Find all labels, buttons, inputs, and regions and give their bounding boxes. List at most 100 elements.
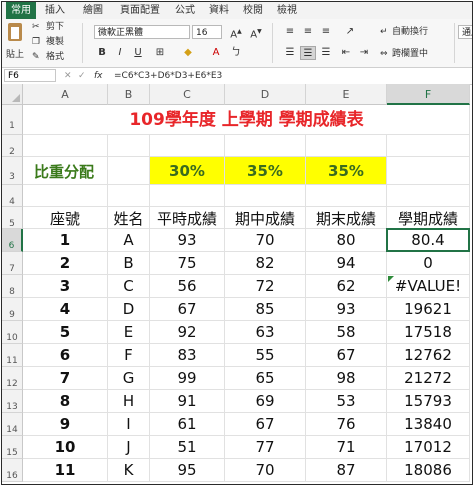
table-cell[interactable]: H [108,390,150,413]
grid-cell[interactable] [387,185,470,207]
table-cell[interactable]: 92 [150,321,225,344]
enter-icon[interactable]: ✓ [78,68,86,84]
table-cell[interactable]: 67 [225,413,306,436]
table-cell[interactable]: 65 [225,367,306,390]
row-header-4[interactable]: 4 [2,185,23,207]
increase-indent-icon[interactable]: ⇥ [356,46,372,60]
insert-function-icon[interactable]: fx [94,68,103,84]
grid-cell[interactable] [306,185,387,207]
table-cell[interactable]: 80 [306,229,387,252]
semester-score-cell[interactable]: 15793 [387,390,470,413]
semester-score-cell[interactable]: 0 [387,252,470,275]
scissors-icon[interactable]: ✂ [32,21,40,33]
table-cell[interactable]: 99 [150,367,225,390]
table-cell[interactable]: 77 [225,436,306,459]
copy-icon[interactable]: ❐ [32,36,40,48]
grow-font-icon[interactable]: A▲ [228,25,244,40]
column-title[interactable]: 姓名 [108,207,150,229]
column-title[interactable]: 座號 [23,207,108,229]
semester-score-cell[interactable]: 12762 [387,344,470,367]
column-header-b[interactable]: B [108,84,150,105]
weight-label[interactable]: 比重分配 [34,159,94,185]
column-header-e[interactable]: E [306,84,387,105]
tab-review[interactable]: 校閱 [238,2,268,19]
row-header-5[interactable]: 5 [2,207,23,229]
grid-cell[interactable] [225,185,306,207]
table-cell[interactable]: 4 [23,298,108,321]
column-header-d[interactable]: D [225,84,306,105]
grid-cell[interactable] [306,135,387,157]
row-header-2[interactable]: 2 [2,135,23,157]
weight-value[interactable]: 35% [306,157,387,185]
table-cell[interactable]: A [108,229,150,252]
table-cell[interactable]: B [108,252,150,275]
grid-cell[interactable] [23,185,108,207]
column-header-a[interactable]: A [23,84,108,105]
table-cell[interactable]: 1 [23,229,108,252]
tab-insert[interactable]: 插入 [40,2,70,19]
table-cell[interactable]: 67 [150,298,225,321]
table-cell[interactable]: 6 [23,344,108,367]
table-cell[interactable]: 98 [306,367,387,390]
row-header-14[interactable]: 14 [2,413,23,436]
grid-cell[interactable] [387,135,470,157]
error-indicator-icon[interactable] [388,276,394,282]
table-cell[interactable]: 2 [23,252,108,275]
wrap-text-button[interactable]: 自動換行 [392,26,428,38]
table-cell[interactable]: 67 [306,344,387,367]
paste-icon[interactable] [8,23,22,41]
table-cell[interactable]: 55 [225,344,306,367]
table-cell[interactable]: 93 [150,229,225,252]
row-header-8[interactable]: 8 [2,275,23,298]
align-middle-icon[interactable]: ≡ [300,25,316,39]
cancel-icon[interactable]: ✕ [64,68,72,84]
table-cell[interactable]: 72 [225,275,306,298]
cut-button[interactable]: 剪下 [46,21,64,33]
tab-draw[interactable]: 繪圖 [78,2,108,19]
orientation-icon[interactable]: ↗ [342,25,358,39]
tab-page-layout[interactable]: 頁面配置 [116,2,164,19]
bold-icon[interactable]: B [94,46,110,60]
table-cell[interactable]: 9 [23,413,108,436]
table-cell[interactable]: 58 [306,321,387,344]
row-header-7[interactable]: 7 [2,252,23,275]
align-center-icon[interactable]: ☰ [300,46,316,60]
table-cell[interactable]: 69 [225,390,306,413]
font-color-icon[interactable]: A [208,46,224,60]
table-cell[interactable]: 83 [150,344,225,367]
table-cell[interactable]: 3 [23,275,108,298]
decrease-indent-icon[interactable]: ⇤ [338,46,354,60]
semester-score-cell[interactable]: 19621 [387,298,470,321]
row-header-16[interactable]: 16 [2,459,23,482]
merge-center-icon[interactable]: ⇔ [380,48,388,60]
table-cell[interactable]: 91 [150,390,225,413]
weight-value[interactable]: 35% [225,157,306,185]
format-painter-button[interactable]: 格式 [46,51,64,63]
tab-view[interactable]: 檢視 [272,2,302,19]
grid-cell[interactable] [23,135,108,157]
weight-value[interactable]: 30% [150,157,225,185]
column-header-f[interactable]: F [387,84,470,105]
table-cell[interactable]: 51 [150,436,225,459]
shrink-font-icon[interactable]: A▼ [248,25,264,40]
column-title[interactable]: 期中成績 [225,207,306,229]
table-cell[interactable]: 11 [23,459,108,482]
row-header-13[interactable]: 13 [2,390,23,413]
grid-cell[interactable] [108,135,150,157]
sheet-title[interactable]: 109學年度 上學期 學期成績表 [23,106,470,135]
table-cell[interactable]: J [108,436,150,459]
table-cell[interactable]: 5 [23,321,108,344]
grid-cell[interactable] [225,135,306,157]
paste-button-label[interactable]: 貼上 [6,49,24,61]
underline-icon[interactable]: U [130,46,146,60]
phonetic-icon[interactable]: ㄅ [228,46,244,60]
format-painter-icon[interactable]: ✎ [32,51,40,63]
row-header-3[interactable]: 3 [2,157,23,185]
table-cell[interactable]: 70 [225,459,306,482]
table-cell[interactable]: 82 [225,252,306,275]
align-bottom-icon[interactable]: ≡ [318,25,334,39]
column-title[interactable]: 平時成績 [150,207,225,229]
table-cell[interactable]: 95 [150,459,225,482]
semester-score-cell[interactable]: 13840 [387,413,470,436]
align-top-icon[interactable]: ≡ [282,25,298,39]
